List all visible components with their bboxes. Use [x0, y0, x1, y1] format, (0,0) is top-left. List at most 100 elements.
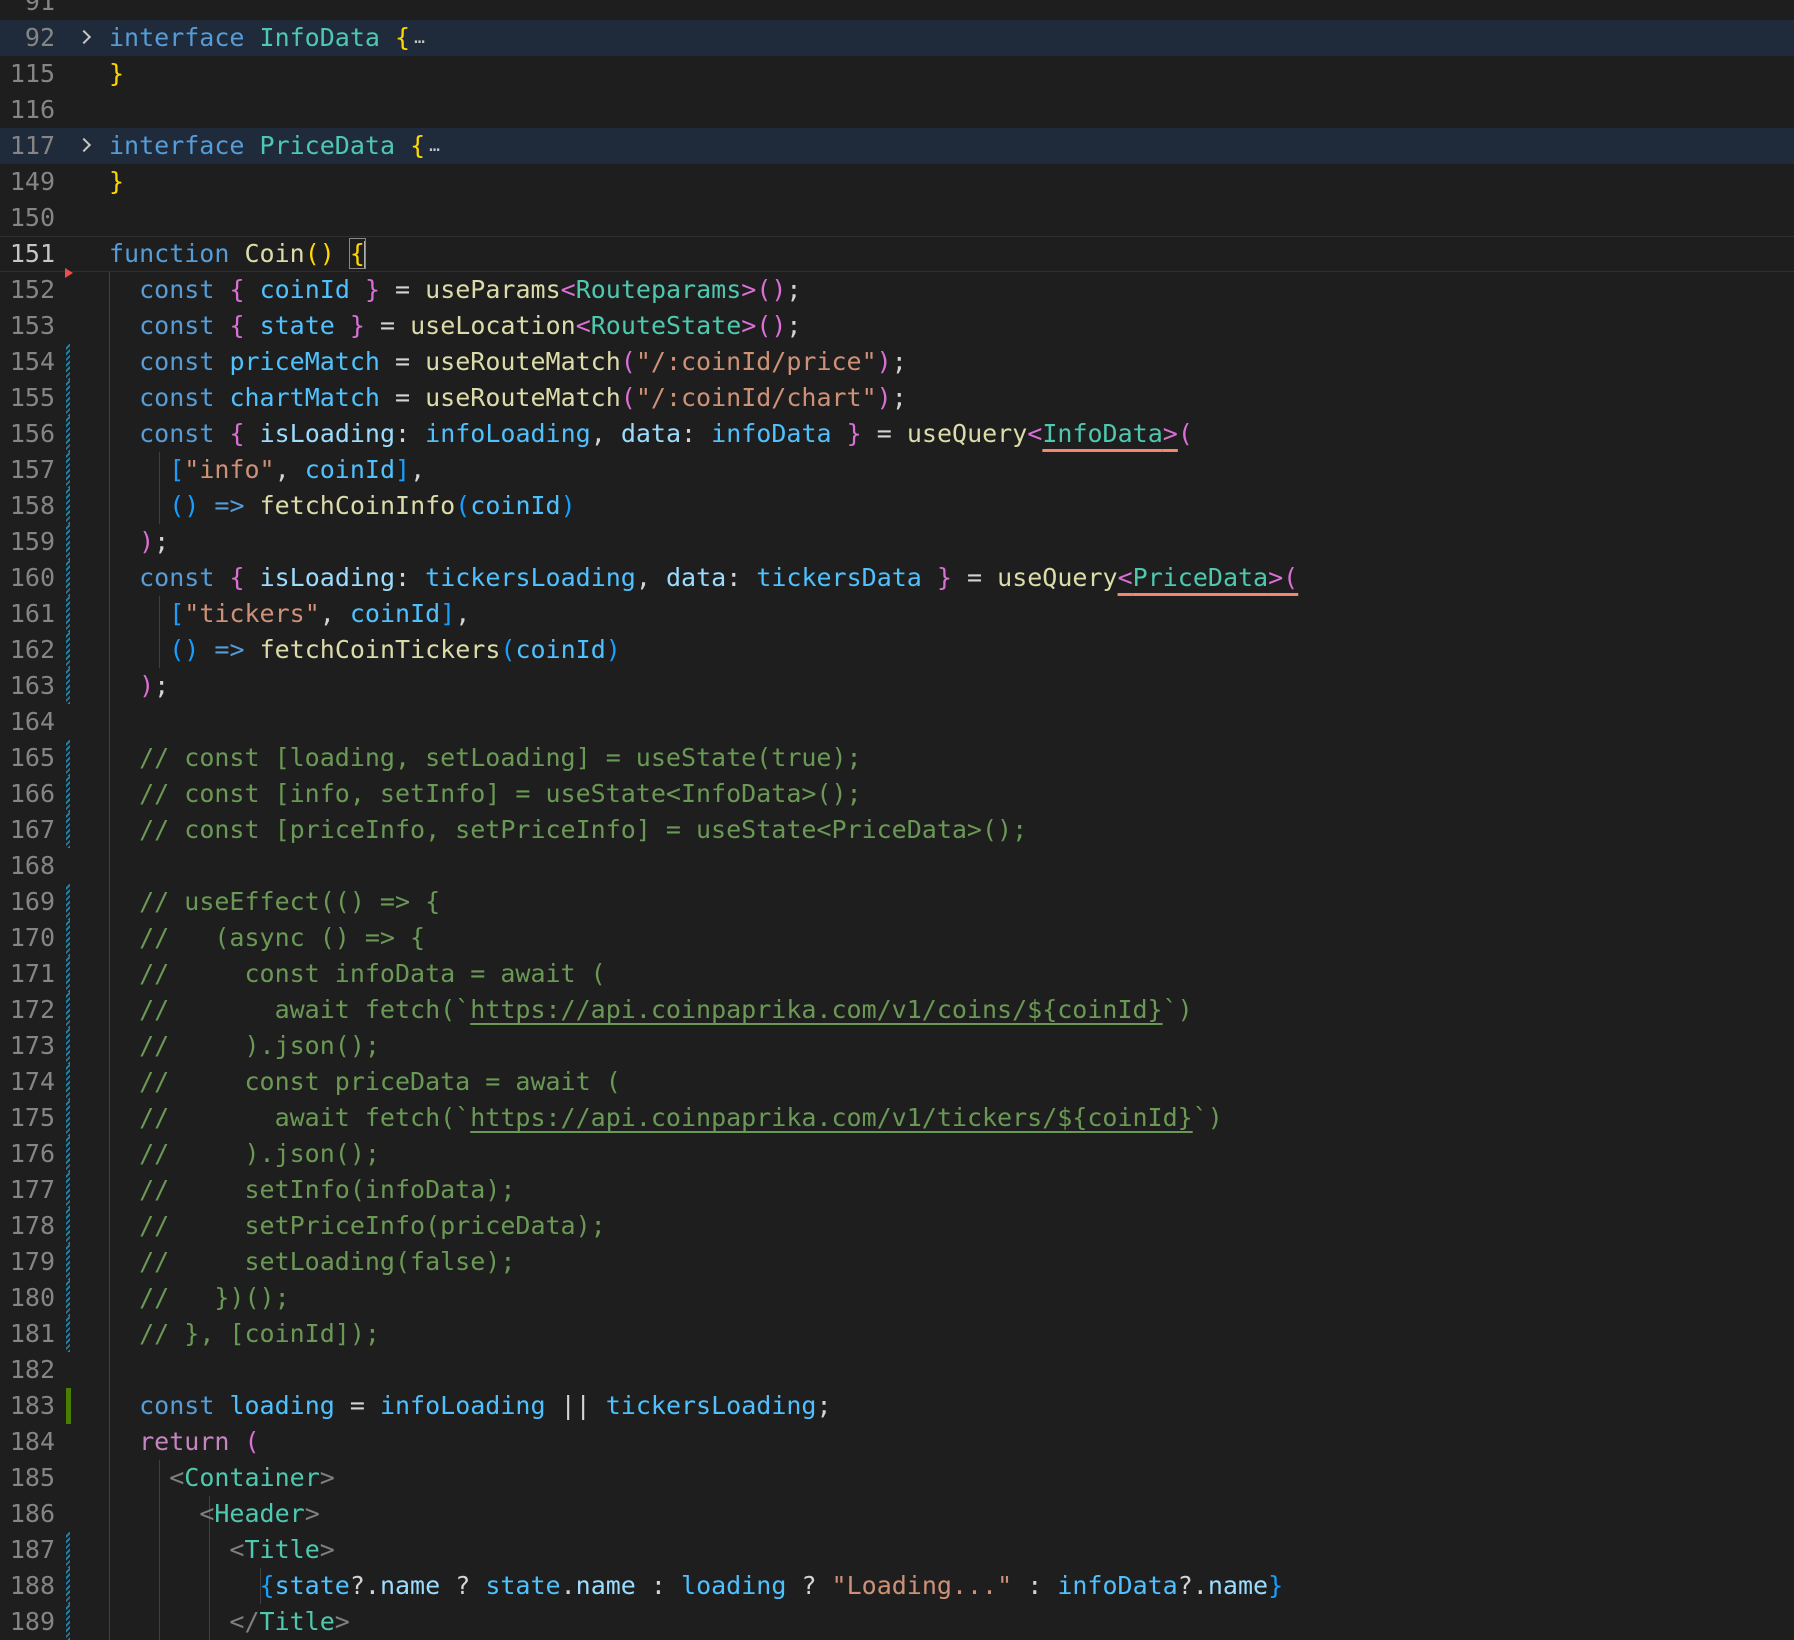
code-text[interactable]: const { isLoading: tickersLoading, data:… — [109, 560, 1298, 596]
code-text[interactable]: ["tickers", coinId], — [109, 596, 470, 632]
code-line[interactable]: 152 const { coinId } = useParams<Routepa… — [0, 268, 1794, 308]
code-text[interactable]: // const [info, setInfo] = useState<Info… — [109, 776, 861, 812]
code-line[interactable]: 166 // const [info, setInfo] = useState<… — [0, 776, 1794, 812]
git-modified-marker[interactable] — [66, 1316, 70, 1352]
code-text[interactable]: () => fetchCoinInfo(coinId) — [109, 488, 575, 524]
git-modified-marker[interactable] — [66, 1604, 70, 1640]
code-text[interactable]: () => fetchCoinTickers(coinId) — [109, 632, 621, 668]
git-modified-marker[interactable] — [66, 380, 70, 416]
code-line[interactable]: 171 // const infoData = await ( — [0, 956, 1794, 992]
code-line[interactable]: 186 <Header> — [0, 1496, 1794, 1532]
code-text[interactable]: } — [109, 164, 124, 200]
code-line[interactable]: 175 // await fetch(`https://api.coinpapr… — [0, 1100, 1794, 1136]
git-modified-marker[interactable] — [66, 1208, 70, 1244]
code-line[interactable]: 182 — [0, 1352, 1794, 1388]
code-line[interactable]: 188 {state?.name ? state.name : loading … — [0, 1568, 1794, 1604]
code-text[interactable]: </Title> — [109, 1604, 349, 1640]
git-modified-marker[interactable] — [66, 488, 70, 524]
git-modified-marker[interactable] — [66, 524, 70, 560]
url-link[interactable]: https://api.coinpaprika.com/v1/tickers/$… — [470, 1103, 1192, 1132]
git-modified-marker[interactable] — [66, 992, 70, 1028]
git-modified-marker[interactable] — [66, 920, 70, 956]
git-modified-marker[interactable] — [66, 1100, 70, 1136]
code-line[interactable]: 178 // setPriceInfo(priceData); — [0, 1208, 1794, 1244]
code-text[interactable]: ); — [109, 524, 169, 560]
code-text[interactable]: // })(); — [109, 1280, 290, 1316]
git-modified-marker[interactable] — [66, 632, 70, 668]
code-text[interactable]: // await fetch(`https://api.coinpaprika.… — [109, 992, 1193, 1028]
code-line[interactable]: 168 — [0, 848, 1794, 884]
code-text[interactable]: // }, [coinId]); — [109, 1316, 380, 1352]
code-text[interactable]: const { state } = useLocation<RouteState… — [109, 308, 801, 344]
git-modified-marker[interactable] — [66, 776, 70, 812]
code-text[interactable]: ); — [109, 668, 169, 704]
code-text[interactable]: const { isLoading: infoLoading, data: in… — [109, 416, 1193, 452]
git-modified-marker[interactable] — [66, 1568, 70, 1604]
code-text[interactable]: function Coin() { — [109, 236, 366, 272]
code-text[interactable]: ["info", coinId], — [109, 452, 425, 488]
code-text[interactable]: return ( — [109, 1424, 259, 1460]
code-text[interactable]: {state?.name ? state.name : loading ? "L… — [109, 1568, 1284, 1604]
git-modified-marker[interactable] — [66, 812, 70, 848]
code-line[interactable]: 172 // await fetch(`https://api.coinpapr… — [0, 992, 1794, 1028]
git-modified-marker[interactable] — [66, 884, 70, 920]
git-modified-marker[interactable] — [66, 452, 70, 488]
code-line[interactable]: 150 — [0, 200, 1794, 236]
code-line[interactable]: 155 const chartMatch = useRouteMatch("/:… — [0, 380, 1794, 416]
error-squiggle[interactable]: InfoData> — [1042, 419, 1177, 448]
code-text[interactable]: // await fetch(`https://api.coinpaprika.… — [109, 1100, 1223, 1136]
code-line[interactable]: 163 ); — [0, 668, 1794, 704]
git-modified-marker[interactable] — [66, 1280, 70, 1316]
code-line[interactable]: 165 // const [loading, setLoading] = use… — [0, 740, 1794, 776]
code-line[interactable]: 174 // const priceData = await ( — [0, 1064, 1794, 1100]
code-line[interactable]: 149} — [0, 164, 1794, 200]
chevron-right-icon[interactable] — [78, 20, 94, 56]
code-line[interactable]: 189 </Title> — [0, 1604, 1794, 1640]
code-line[interactable]: 187 <Title> — [0, 1532, 1794, 1568]
code-line[interactable]: 92 interface InfoData {… — [0, 20, 1794, 56]
code-line[interactable]: 117 interface PriceData {… — [0, 128, 1794, 164]
code-text[interactable]: // const [priceInfo, setPriceInfo] = use… — [109, 812, 1027, 848]
git-modified-marker[interactable] — [66, 956, 70, 992]
code-text[interactable]: // const infoData = await ( — [109, 956, 606, 992]
code-line[interactable]: 160 const { isLoading: tickersLoading, d… — [0, 560, 1794, 596]
code-line[interactable]: 156 const { isLoading: infoLoading, data… — [0, 416, 1794, 452]
code-text[interactable]: // const priceData = await ( — [109, 1064, 621, 1100]
git-added-marker[interactable] — [66, 1388, 71, 1424]
git-modified-marker[interactable] — [66, 1172, 70, 1208]
code-line[interactable]: 158 () => fetchCoinInfo(coinId) — [0, 488, 1794, 524]
code-line[interactable]: 169 // useEffect(() => { — [0, 884, 1794, 920]
deleted-lines-marker-icon[interactable] — [65, 268, 73, 278]
code-line[interactable]: 154 const priceMatch = useRouteMatch("/:… — [0, 344, 1794, 380]
code-line[interactable]: 91 — [0, 0, 1794, 20]
code-text[interactable]: // setInfo(infoData); — [109, 1172, 515, 1208]
code-line[interactable]: 162 () => fetchCoinTickers(coinId) — [0, 632, 1794, 668]
code-line[interactable]: 116 — [0, 92, 1794, 128]
code-text[interactable]: const priceMatch = useRouteMatch("/:coin… — [109, 344, 907, 380]
code-line[interactable]: 180 // })(); — [0, 1280, 1794, 1316]
code-editor[interactable]: 91 92 interface InfoData {… 115} 116 117 inter… — [0, 0, 1794, 1640]
git-modified-marker[interactable] — [66, 1244, 70, 1280]
git-modified-marker[interactable] — [66, 596, 70, 632]
code-line[interactable]: 164 — [0, 704, 1794, 740]
code-text[interactable]: } — [109, 56, 124, 92]
git-modified-marker[interactable] — [66, 416, 70, 452]
git-modified-marker[interactable] — [66, 560, 70, 596]
code-text[interactable]: interface InfoData {… — [109, 20, 425, 56]
code-text[interactable]: <Title> — [109, 1532, 334, 1568]
code-line[interactable]: 179 // setLoading(false); — [0, 1244, 1794, 1280]
code-text[interactable]: // setLoading(false); — [109, 1244, 515, 1280]
code-text[interactable]: // useEffect(() => { — [109, 884, 440, 920]
git-modified-marker[interactable] — [66, 1136, 70, 1172]
folded-ellipsis-icon[interactable]: … — [414, 27, 425, 48]
code-line[interactable]: 157 ["info", coinId], — [0, 452, 1794, 488]
git-modified-marker[interactable] — [66, 1028, 70, 1064]
code-line[interactable]: 185 <Container> — [0, 1460, 1794, 1496]
code-line[interactable]: 184 return ( — [0, 1424, 1794, 1460]
code-line[interactable]: 181 // }, [coinId]); — [0, 1316, 1794, 1352]
code-text[interactable]: // setPriceInfo(priceData); — [109, 1208, 606, 1244]
code-text[interactable]: // ).json(); — [109, 1136, 380, 1172]
git-modified-marker[interactable] — [66, 668, 70, 704]
code-line[interactable]: 161 ["tickers", coinId], — [0, 596, 1794, 632]
code-text[interactable]: // const [loading, setLoading] = useStat… — [109, 740, 861, 776]
